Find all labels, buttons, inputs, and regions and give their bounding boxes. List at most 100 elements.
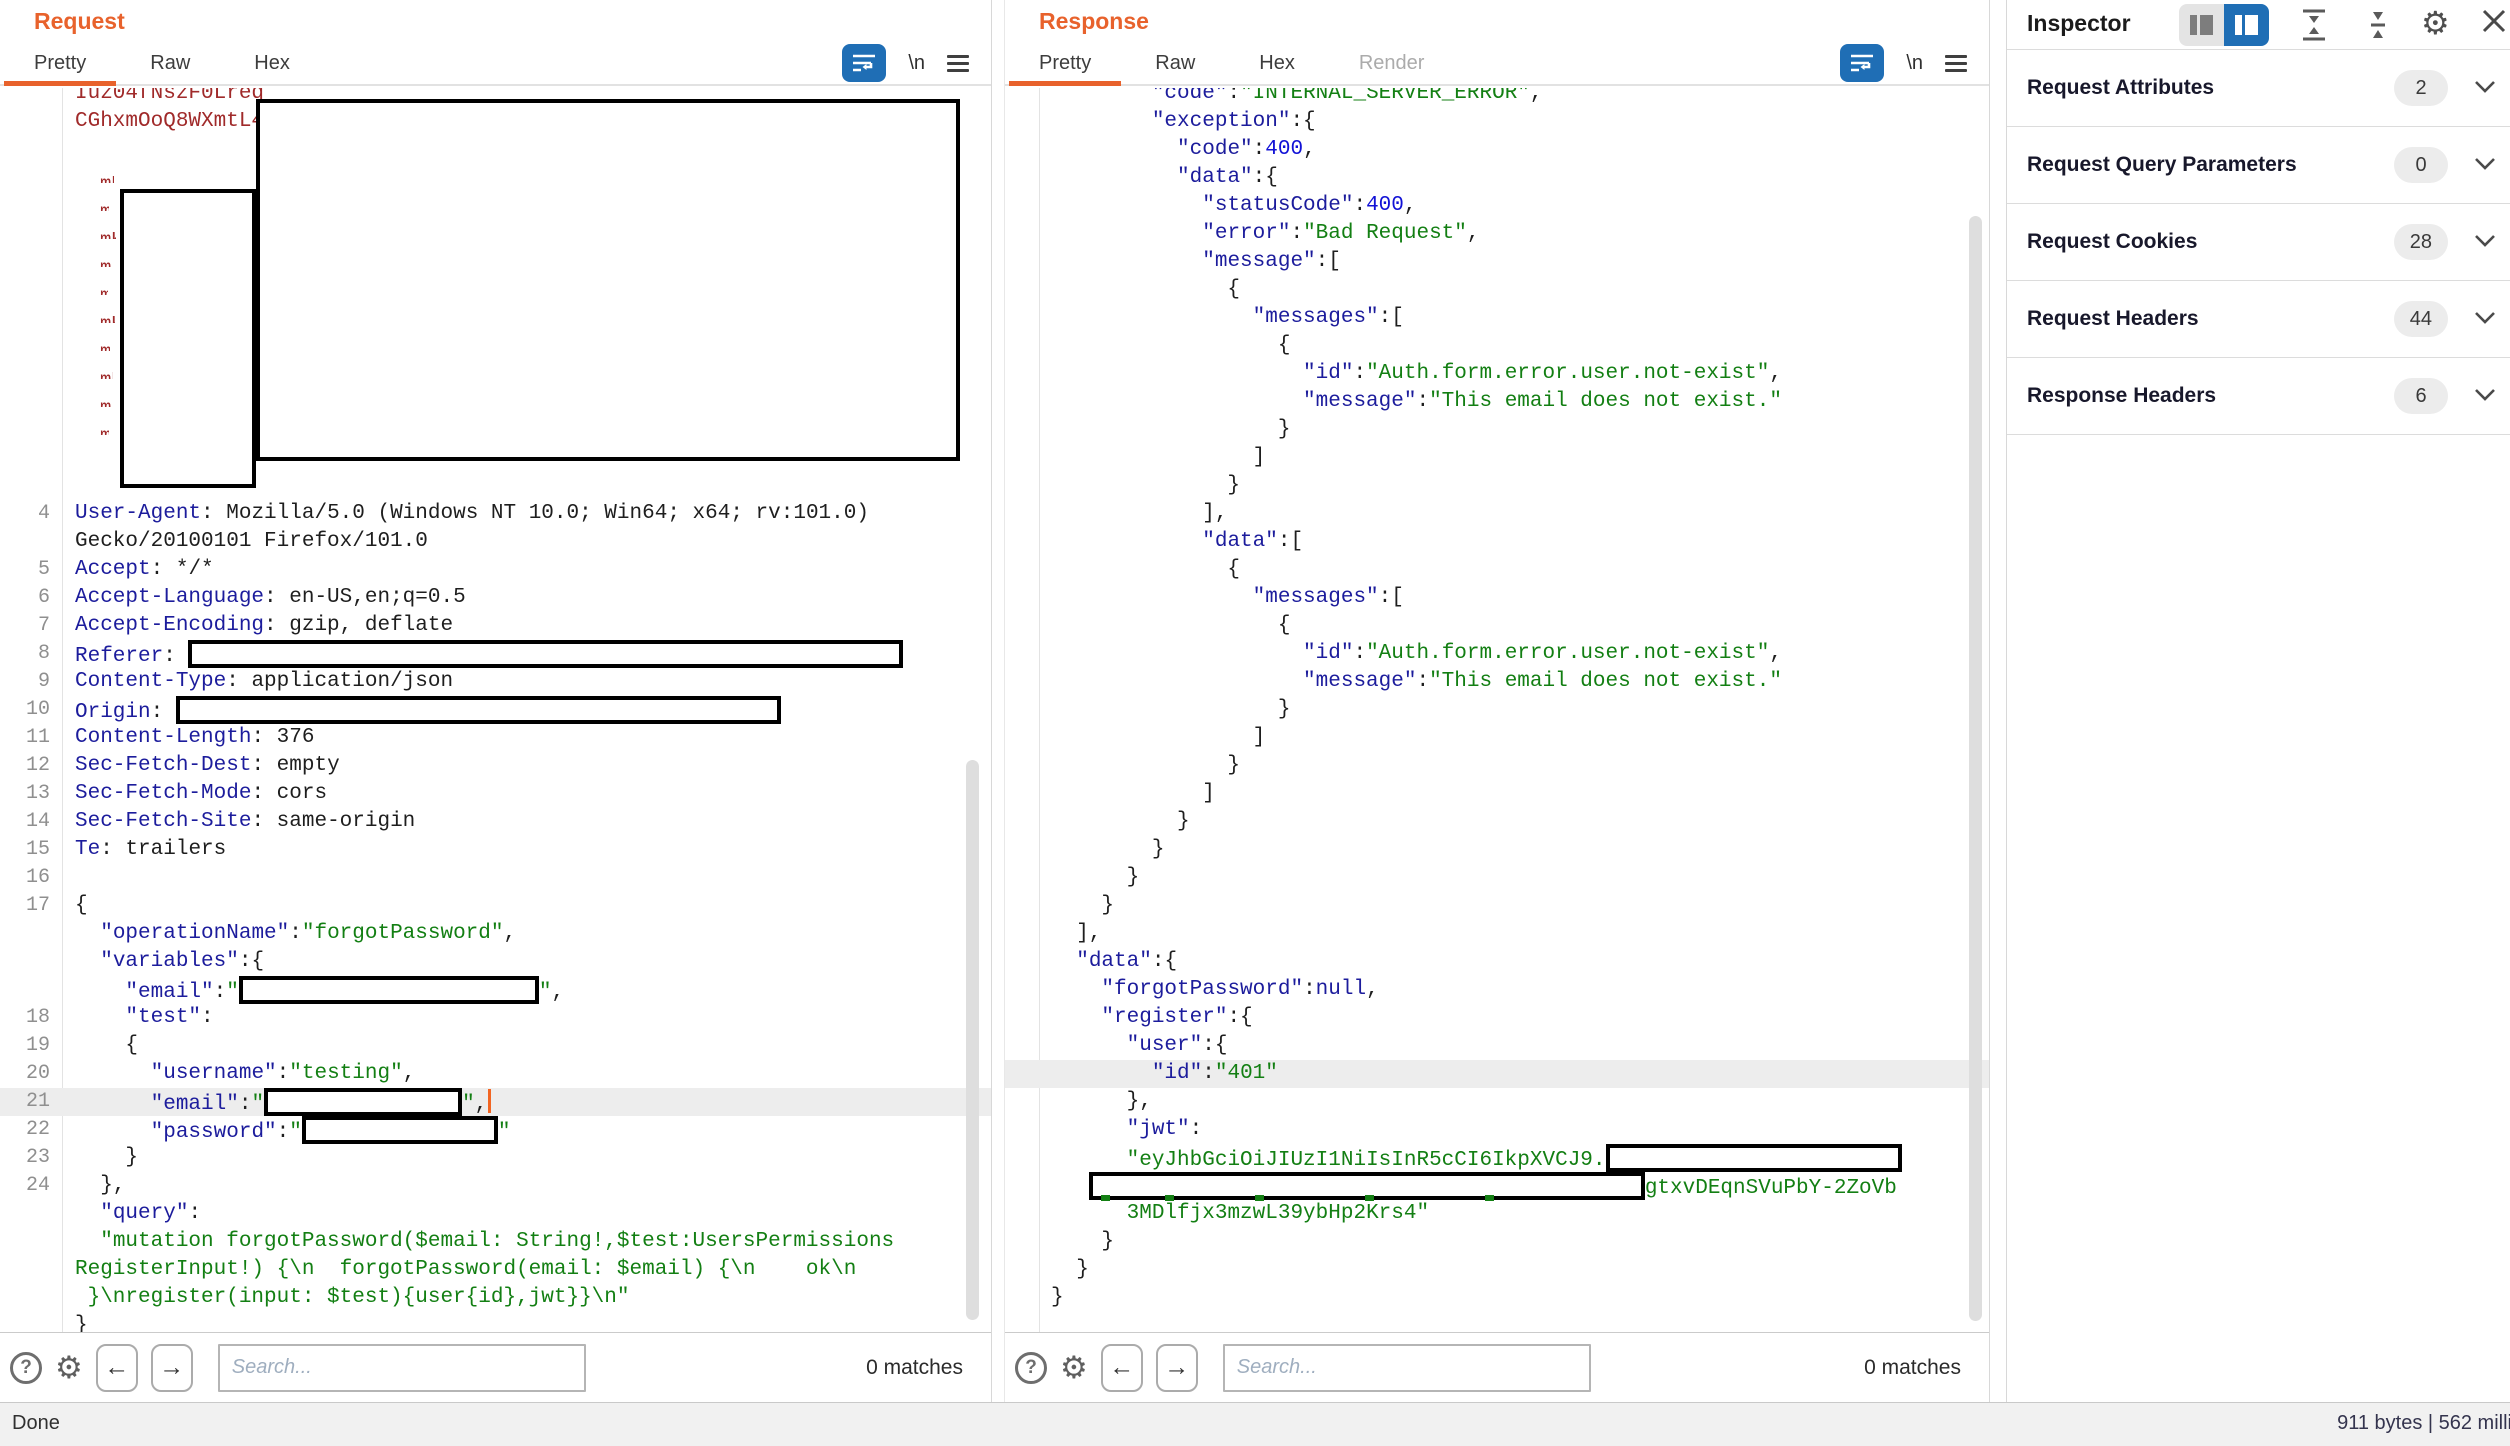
code-row: ],	[1005, 920, 1989, 948]
inspector-section-response-headers[interactable]: Response Headers6	[2007, 358, 2510, 435]
tab-pretty[interactable]: Pretty	[1007, 40, 1123, 84]
chevron-down-icon[interactable]	[2474, 311, 2496, 330]
code-row: "messages":[	[1005, 584, 1989, 612]
inspector-close-button[interactable]	[2481, 8, 2507, 37]
request-editor[interactable]: Iuz04fNszF0LreqCGhxmOoQ8WXmtL4mKxmKxmKxm…	[0, 88, 991, 1332]
code-row: gtxvDEqnSVuPbY-2ZoVb	[1005, 1172, 1989, 1200]
soft-wrap-button[interactable]	[1840, 44, 1884, 82]
code-row: 21 "email":"",	[0, 1088, 991, 1116]
tab-hex[interactable]: Hex	[222, 40, 322, 84]
soft-wrap-icon	[851, 52, 877, 74]
code-row: }	[1005, 892, 1989, 920]
line-number: 13	[0, 780, 50, 808]
expand-all-button[interactable]	[2363, 8, 2393, 45]
chevron-down-icon[interactable]	[2474, 388, 2496, 407]
editor-menu-button[interactable]	[947, 55, 969, 72]
code-row: }	[1005, 1284, 1989, 1312]
chevron-down-icon[interactable]	[2474, 234, 2496, 253]
chevron-down-icon[interactable]	[2474, 157, 2496, 176]
inspector-dock-right-button[interactable]	[2224, 4, 2269, 46]
response-scrollbar[interactable]	[1969, 216, 1982, 1321]
chevron-down-icon[interactable]	[2474, 80, 2496, 99]
request-panel: Request PrettyRawHex \n Iuz04fNszF0LreqC…	[0, 0, 992, 1402]
code-row: 18 "test":	[0, 1004, 991, 1032]
code-row: "email":"",	[0, 976, 991, 1004]
soft-wrap-icon	[1849, 52, 1875, 74]
line-number: 20	[0, 1060, 50, 1088]
section-label: Request Headers	[2027, 307, 2199, 331]
help-icon[interactable]: ?	[1015, 1352, 1047, 1384]
code-row: RegisterInput!) {\n forgotPassword(email…	[0, 1256, 991, 1284]
section-label: Request Attributes	[2027, 76, 2214, 100]
help-icon[interactable]: ?	[10, 1352, 42, 1384]
code-row: "data":[	[1005, 528, 1989, 556]
code-row: {	[1005, 276, 1989, 304]
code-row: ]	[1005, 444, 1989, 472]
previous-match-button[interactable]: ←	[1101, 1344, 1143, 1392]
layout-left-icon	[2190, 15, 2197, 35]
line-number: 21	[0, 1088, 50, 1116]
response-search-input[interactable]	[1223, 1344, 1591, 1392]
section-count-badge: 28	[2394, 224, 2448, 260]
inspector-section-request-query-parameters[interactable]: Request Query Parameters0	[2007, 127, 2510, 204]
code-row: "id":"Auth.form.error.user.not-exist",	[1005, 360, 1989, 388]
redacted-fragment: mKx	[100, 394, 112, 407]
code-row: "message":[	[1005, 248, 1989, 276]
line-number: 12	[0, 752, 50, 780]
collapse-all-button[interactable]	[2299, 8, 2329, 45]
tab-pretty[interactable]: Pretty	[2, 40, 118, 84]
code-row: 3MDlfjx3mzwL39ybHp2Krs4"	[1005, 1200, 1989, 1228]
request-search-input[interactable]	[218, 1344, 586, 1392]
request-panel-title: Request	[34, 8, 125, 35]
section-count-badge: 0	[2394, 147, 2448, 183]
code-row: }\nregister(input: $test){user{id},jwt}}…	[0, 1284, 991, 1312]
inspector-dock-left-button[interactable]	[2179, 4, 2224, 46]
code-row: "message":"This email does not exist."	[1005, 668, 1989, 696]
response-size-timing: 911 bytes | 562 millis	[2337, 1412, 2510, 1435]
collapse-all-icon	[2299, 8, 2329, 42]
tab-raw[interactable]: Raw	[118, 40, 222, 84]
show-newlines-button[interactable]: \n	[908, 52, 925, 75]
soft-wrap-button[interactable]	[842, 44, 886, 82]
redaction-box	[1606, 1144, 1902, 1172]
code-row: "id":"Auth.form.error.user.not-exist",	[1005, 640, 1989, 668]
editor-menu-button[interactable]	[1945, 55, 1967, 72]
line-number: 9	[0, 668, 50, 696]
code-row: "user":{	[1005, 1032, 1989, 1060]
redaction-box	[302, 1116, 498, 1144]
show-newlines-button[interactable]: \n	[1906, 52, 1923, 75]
tab-raw[interactable]: Raw	[1123, 40, 1227, 84]
inspector-section-request-headers[interactable]: Request Headers44	[2007, 281, 2510, 358]
line-number: 19	[0, 1032, 50, 1060]
inspector-section-request-attributes[interactable]: Request Attributes2	[2007, 50, 2510, 127]
code-row: 22 "password":""	[0, 1116, 991, 1144]
code-row: 23 }	[0, 1144, 991, 1172]
tab-hex[interactable]: Hex	[1227, 40, 1327, 84]
inspector-settings-button[interactable]: ⚙	[2421, 4, 2450, 42]
search-settings-gear-icon[interactable]: ⚙	[1060, 1352, 1088, 1383]
code-row: "messages":[	[1005, 304, 1989, 332]
next-match-button[interactable]: →	[151, 1344, 193, 1392]
code-row: }	[1005, 696, 1989, 724]
code-row: "jwt":	[1005, 1116, 1989, 1144]
code-row: {	[1005, 332, 1989, 360]
previous-match-button[interactable]: ←	[96, 1344, 138, 1392]
next-match-button[interactable]: →	[1156, 1344, 1198, 1392]
response-editor[interactable]: "code":"INTERNAL_SERVER_ERROR", "excepti…	[1005, 88, 1989, 1332]
code-row: 5Accept: */*	[0, 556, 991, 584]
code-row: "id":"401"	[1005, 1060, 1989, 1088]
request-scrollbar[interactable]	[966, 760, 979, 1320]
inspector-section-request-cookies[interactable]: Request Cookies28	[2007, 204, 2510, 281]
response-panel-title: Response	[1039, 8, 1149, 35]
line-number: 14	[0, 808, 50, 836]
code-row: }	[1005, 1256, 1989, 1284]
code-row: {	[1005, 612, 1989, 640]
expand-all-icon	[2363, 8, 2393, 42]
redacted-fragment: mKx	[100, 254, 111, 267]
line-number: 7	[0, 612, 50, 640]
code-row: 7Accept-Encoding: gzip, deflate	[0, 612, 991, 640]
line-number: 6	[0, 584, 50, 612]
response-code: "code":"INTERNAL_SERVER_ERROR", "excepti…	[1005, 88, 1989, 1312]
search-settings-gear-icon[interactable]: ⚙	[55, 1352, 83, 1383]
code-row: }	[0, 1312, 991, 1332]
